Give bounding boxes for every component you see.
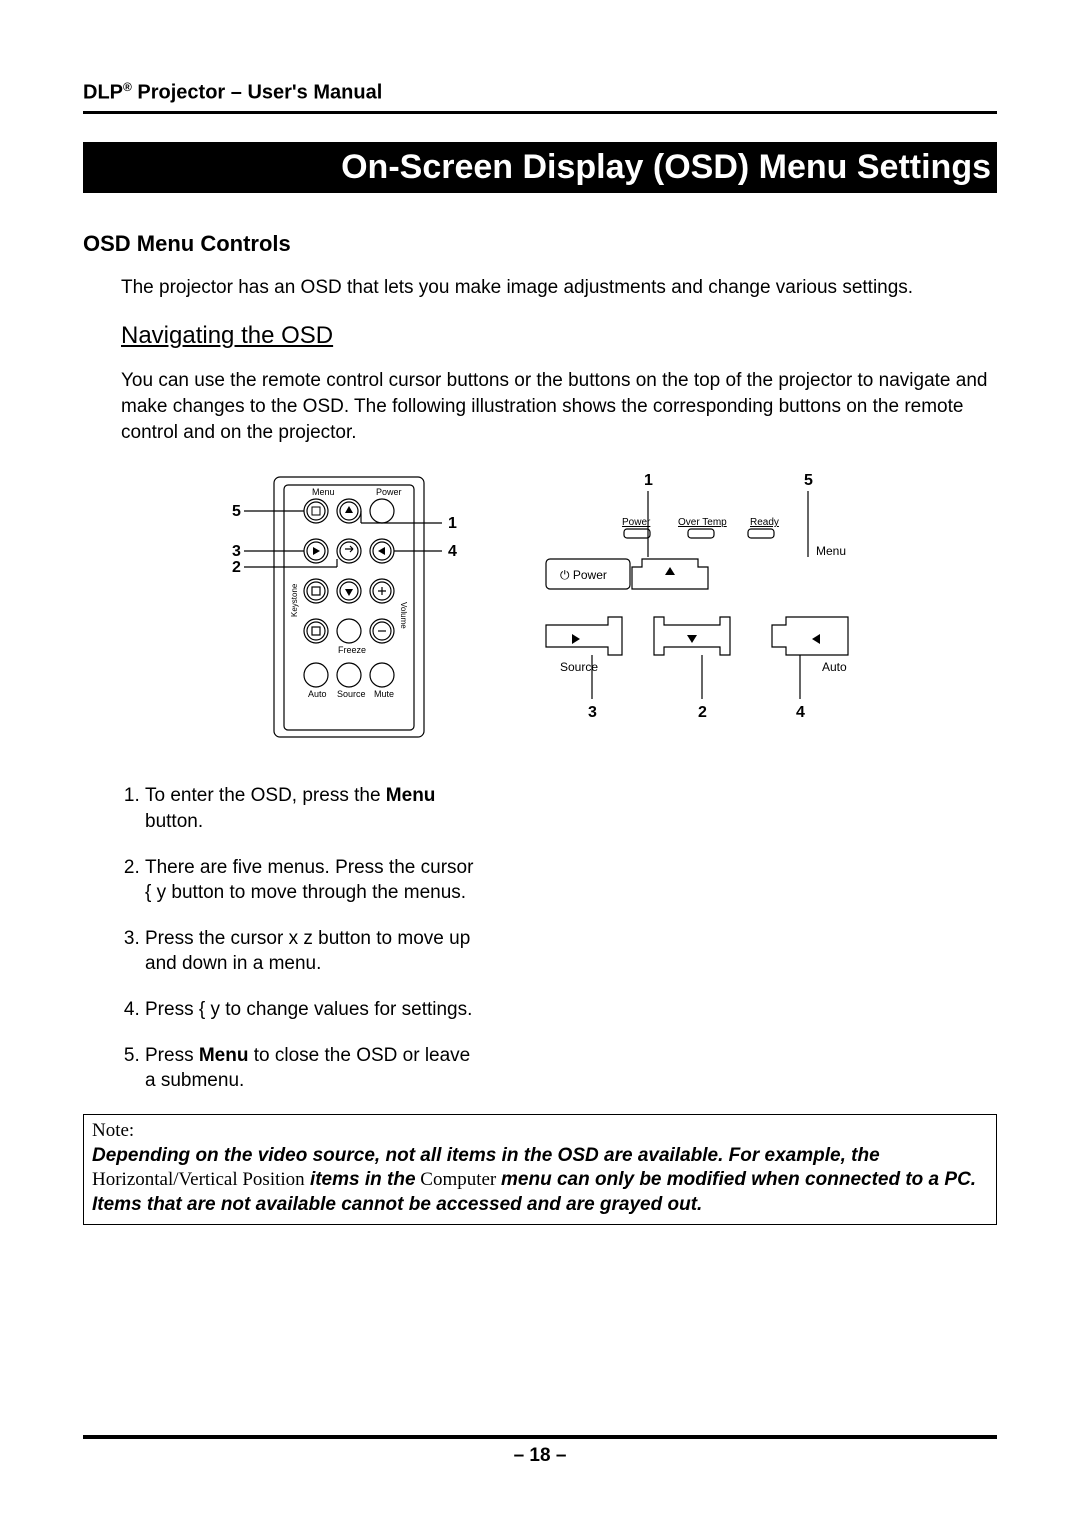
svg-text:Auto: Auto [822,660,847,674]
svg-text:⏻ Power: ⏻ Power [560,568,607,582]
svg-text:Auto: Auto [308,689,327,699]
registered-mark: ® [123,80,132,94]
svg-text:Menu: Menu [312,487,335,497]
svg-text:Menu: Menu [816,544,846,558]
page-number: – 18 – [83,1445,997,1467]
svg-text:1: 1 [644,472,653,489]
svg-text:Mute: Mute [374,689,394,699]
step-2: There are five menus. Press the cursor {… [145,855,475,906]
svg-text:Volume: Volume [399,602,408,629]
svg-text:Ready: Ready [750,517,779,528]
svg-text:2: 2 [232,559,241,576]
svg-text:1: 1 [448,515,457,532]
svg-text:5: 5 [232,503,241,520]
svg-text:3: 3 [232,543,241,560]
svg-text:Freeze: Freeze [338,645,366,655]
step-3: Press the cursor x z button to move up a… [145,926,475,977]
section-heading: OSD Menu Controls [83,231,997,257]
steps-list: To enter the OSD, press the Menu button.… [83,783,475,1094]
svg-text:Power: Power [622,517,651,528]
step-1: To enter the OSD, press the Menu button. [145,783,475,834]
intro-paragraph: The projector has an OSD that lets you m… [121,275,997,301]
footer-rule [83,1435,997,1439]
chapter-title: On-Screen Display (OSD) Menu Settings [83,142,997,193]
svg-text:3: 3 [588,704,597,721]
subsection-heading: Navigating the OSD [121,322,997,350]
running-header: DLP® Projector – User's Manual [83,80,997,105]
svg-text:Power: Power [376,487,402,497]
svg-text:Source: Source [337,689,366,699]
navigation-paragraph: You can use the remote control cursor bu… [121,368,997,445]
illustration: Menu Power [83,467,997,747]
header-rule [83,111,997,114]
svg-text:Over Temp: Over Temp [678,517,727,528]
note-label: Note: [92,1120,134,1141]
svg-text:5: 5 [804,472,813,489]
note-box: Note: Depending on the video source, not… [83,1114,997,1225]
step-4: Press { y to change values for settings. [145,997,475,1023]
svg-text:4: 4 [448,543,457,560]
product: Projector – User's Manual [137,82,382,104]
page-footer: – 18 – [83,1435,997,1467]
svg-text:4: 4 [796,704,805,721]
svg-text:Keystone: Keystone [290,583,299,617]
remote-illustration: Menu Power [204,467,474,747]
svg-text:2: 2 [698,704,707,721]
brand: DLP [83,82,123,104]
step-5: Press Menu to close the OSD or leave a s… [145,1043,475,1094]
panel-illustration: 1 5 Power Over Temp Ready Menu ⏻ Power [516,467,876,747]
